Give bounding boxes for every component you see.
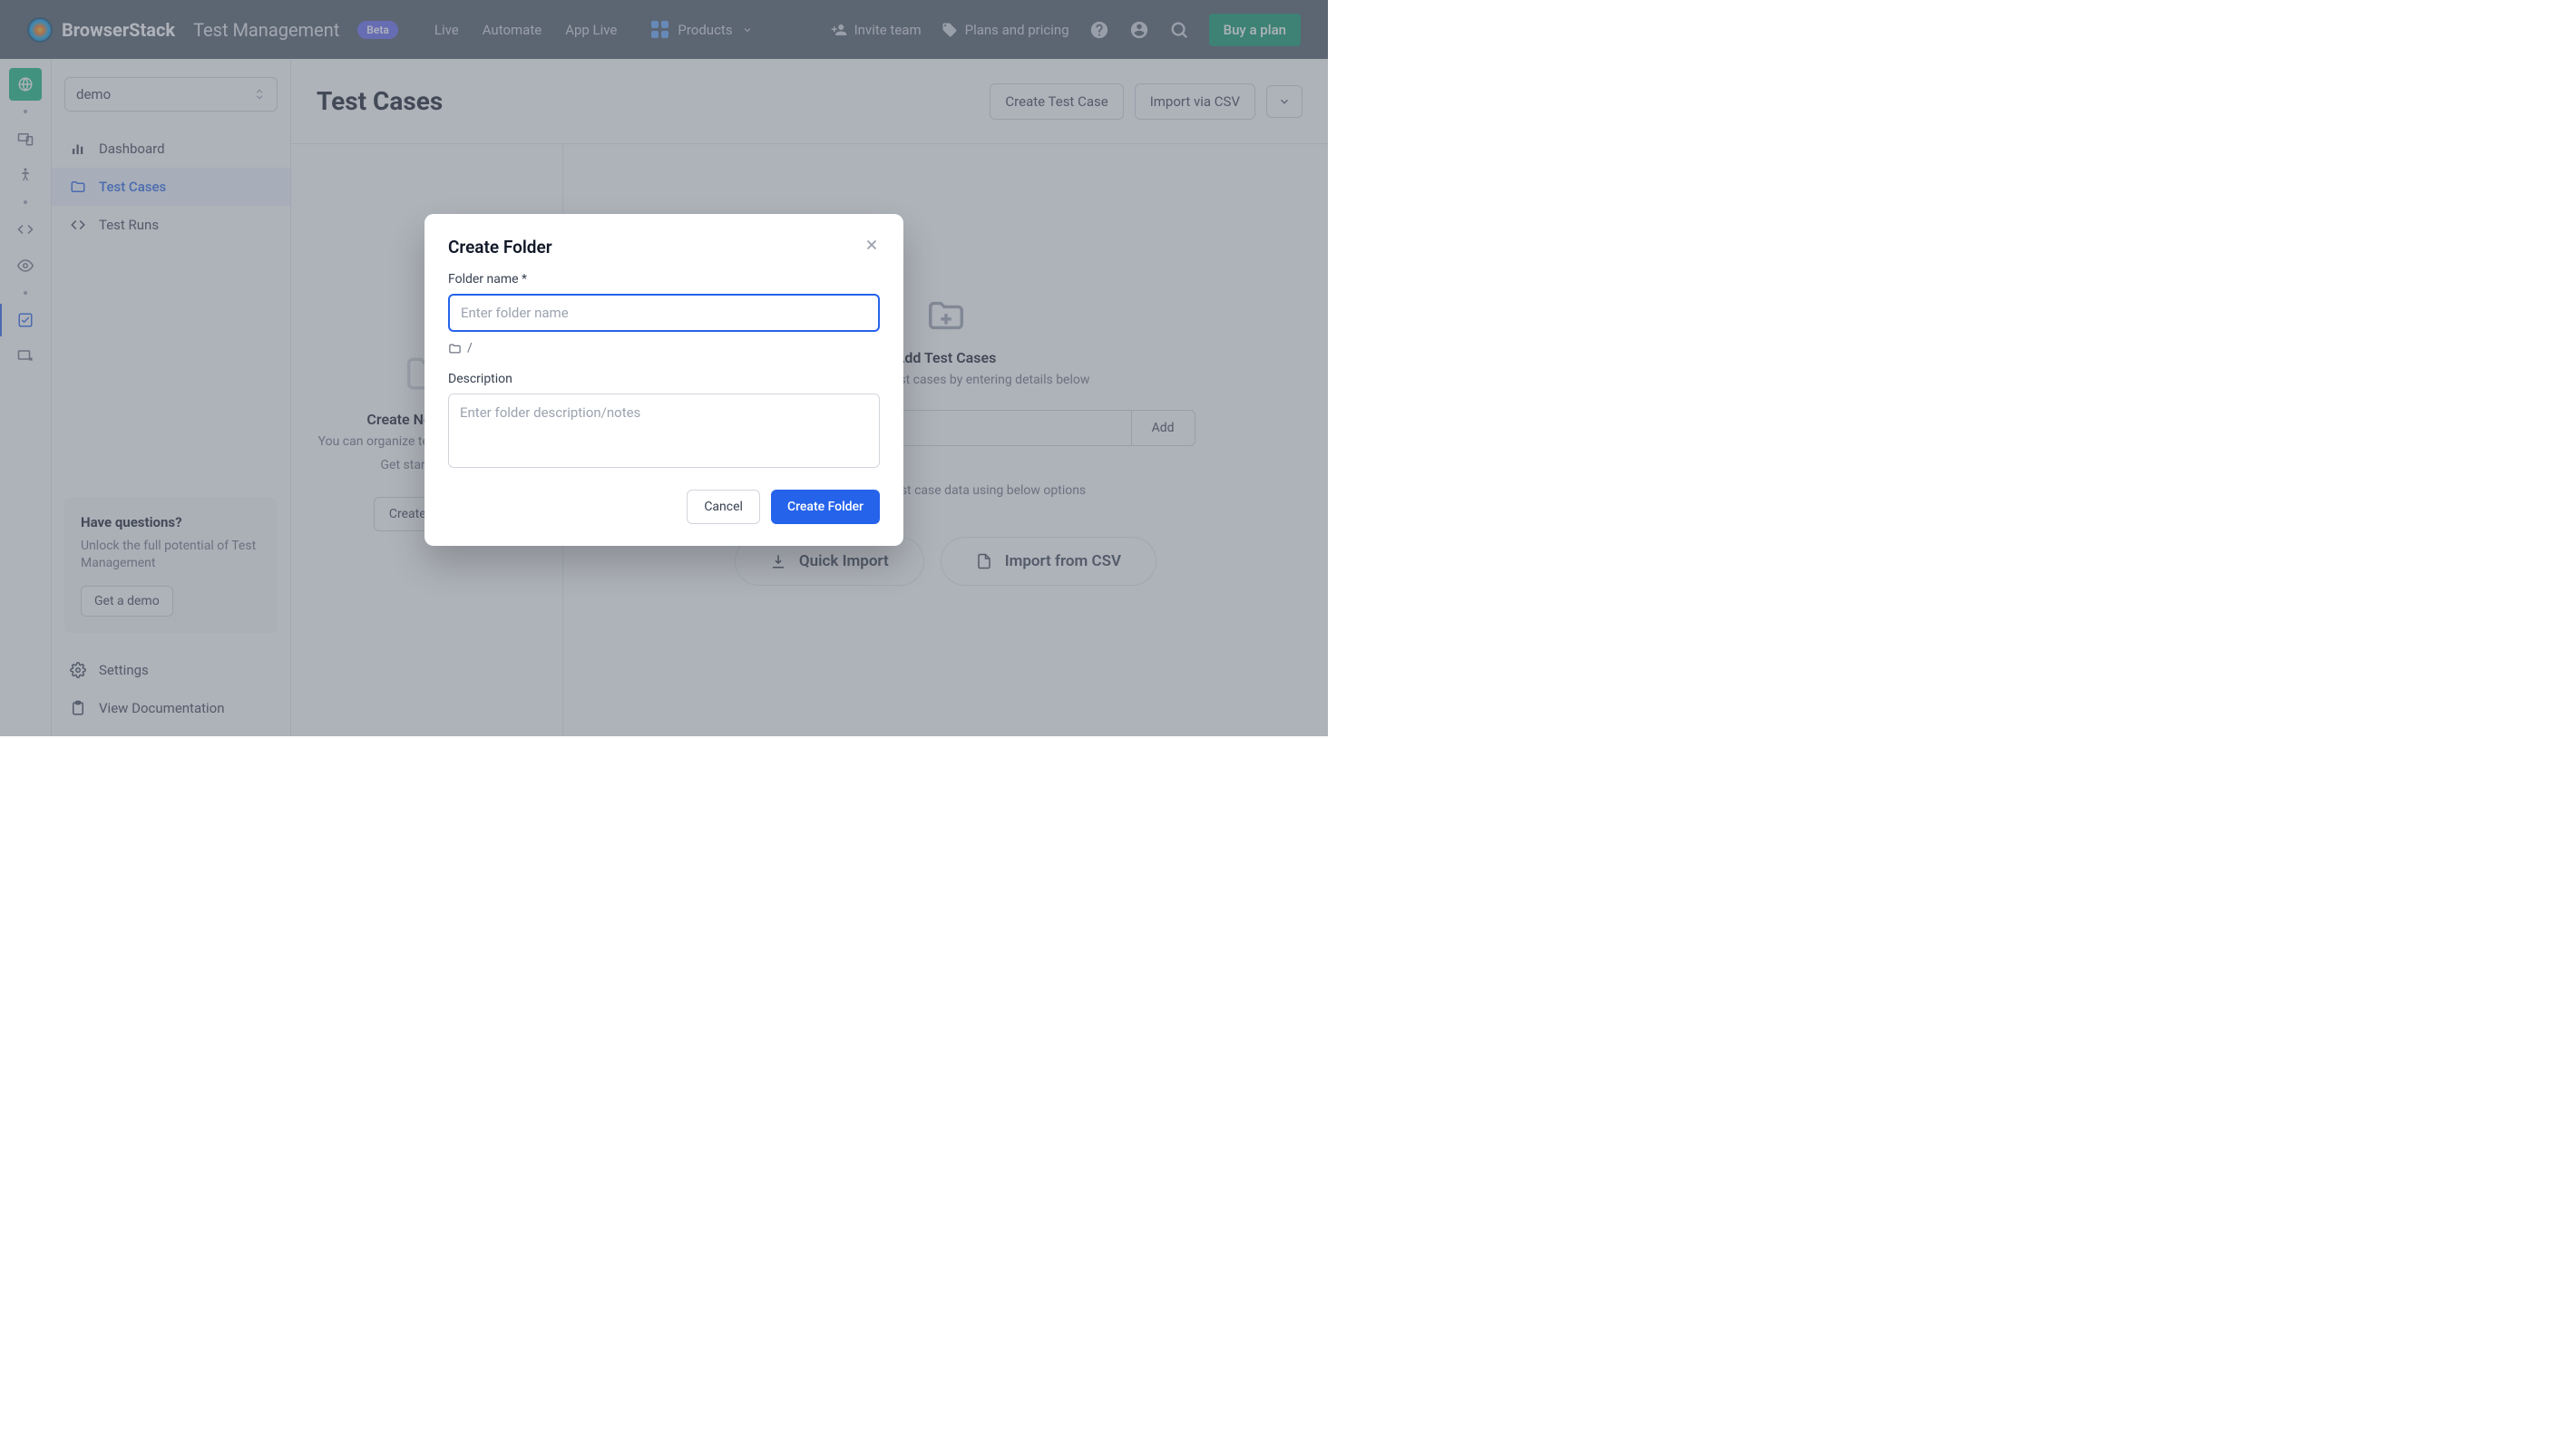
folder-name-label: Folder name *: [448, 272, 880, 287]
close-icon: [864, 237, 880, 253]
modal-overlay[interactable]: Create Folder Folder name * / Descriptio…: [0, 0, 1328, 736]
modal-title: Create Folder: [448, 237, 552, 258]
folder-small-icon: [448, 342, 462, 355]
description-input[interactable]: [448, 394, 880, 468]
folder-name-input[interactable]: [448, 294, 880, 332]
description-label: Description: [448, 372, 880, 386]
modal-close-button[interactable]: [864, 236, 880, 258]
folder-path: /: [448, 341, 880, 355]
create-folder-submit[interactable]: Create Folder: [771, 490, 880, 524]
cancel-button[interactable]: Cancel: [687, 490, 760, 524]
create-folder-modal: Create Folder Folder name * / Descriptio…: [424, 214, 903, 546]
